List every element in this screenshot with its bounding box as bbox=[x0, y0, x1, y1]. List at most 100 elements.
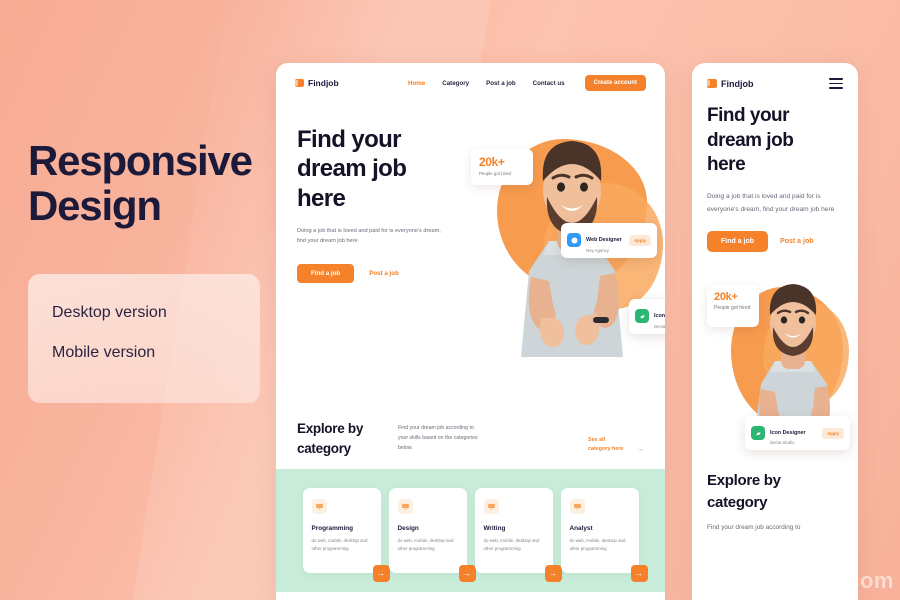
brand-logo-icon bbox=[707, 79, 717, 88]
hamburger-bar bbox=[829, 82, 843, 85]
nav-link-category[interactable]: Category bbox=[442, 80, 469, 87]
find-a-job-button[interactable]: Find a job bbox=[707, 231, 769, 253]
stat-value: 20k+ bbox=[714, 291, 738, 304]
stat-card-hired: 20k+ People got hired bbox=[707, 285, 759, 328]
stat-label: People got hired bbox=[714, 305, 751, 312]
category-text: do web, mobile, desktop and other progra… bbox=[569, 538, 626, 552]
see-all-line-1: See all bbox=[588, 436, 606, 443]
explore-title-line-1: Explore by bbox=[297, 421, 364, 436]
hamburger-menu-icon[interactable] bbox=[829, 78, 843, 89]
mobile-hero-section: Find your dream job here Doing a job tha… bbox=[692, 104, 858, 452]
arrow-right-icon: → bbox=[637, 446, 644, 454]
hamburger-bar bbox=[829, 86, 843, 89]
brand-name: Findjob bbox=[308, 78, 339, 88]
see-all-line-2: category here bbox=[588, 445, 624, 452]
mobile-navbar: Findjob bbox=[692, 63, 858, 104]
monitor-icon bbox=[569, 499, 585, 515]
create-account-button[interactable]: Create account bbox=[584, 75, 646, 91]
desktop-hero-illustration: 20k+ People got hired Web Designer Ney A… bbox=[469, 111, 665, 357]
page-title: Responsive Design bbox=[28, 138, 260, 229]
explore-title-line-2: category bbox=[297, 440, 351, 456]
apply-button[interactable]: Apply bbox=[822, 427, 844, 439]
category-card-programming[interactable]: Programming do web, mobile, desktop and … bbox=[302, 488, 390, 583]
post-a-job-link[interactable]: Post a job bbox=[780, 238, 813, 245]
job-title: Icon Designer bbox=[654, 313, 665, 319]
post-a-job-link[interactable]: Post a job bbox=[369, 270, 399, 277]
mobile-hero-title-line-3: here bbox=[707, 154, 746, 176]
see-all-label: See all category here bbox=[588, 436, 632, 454]
desktop-hero-title-line-1: Find your bbox=[297, 126, 402, 153]
brand-name: Findjob bbox=[721, 78, 754, 89]
desktop-footer-space bbox=[276, 592, 665, 600]
category-title: Analyst bbox=[569, 525, 593, 533]
category-title: Writing bbox=[483, 525, 506, 533]
stat-value: 20k+ bbox=[479, 155, 505, 169]
stat-card-hired: 20k+ People got hired bbox=[471, 149, 533, 185]
desktop-mockup: Findjob Home Category Post a job Contact… bbox=[276, 63, 665, 600]
brand-logo[interactable]: Findjob bbox=[295, 78, 339, 88]
explore-description: Find your dream job according to your sk… bbox=[398, 425, 478, 452]
mobile-hero-title-line-2: dream job bbox=[707, 129, 794, 151]
mobile-hero-title: Find your dream job here bbox=[707, 104, 843, 178]
desktop-hero-title-line-3: here bbox=[297, 184, 346, 212]
web-designer-icon bbox=[567, 233, 581, 248]
desktop-hero-title: Find your dream job here bbox=[297, 125, 472, 213]
nav-link-contact-us[interactable]: Contact us bbox=[533, 80, 565, 87]
icon-designer-icon bbox=[635, 309, 649, 324]
hamburger-bar bbox=[829, 78, 843, 81]
desktop-hero-section: Find your dream job here Doing a job tha… bbox=[276, 103, 665, 413]
page-title-line-2: Design bbox=[28, 182, 162, 230]
desktop-explore-header: Explore by category Find your dream job … bbox=[276, 413, 665, 458]
page-title-line-1: Responsive bbox=[28, 137, 253, 184]
nav-link-post-a-job[interactable]: Post a job bbox=[486, 80, 516, 87]
category-card-writing[interactable]: Writing do web, mobile, desktop and othe… bbox=[474, 488, 562, 583]
explore-title: Explore by category bbox=[297, 419, 387, 458]
job-card-icon-designer[interactable]: Icon Designer Denia Studio Apply bbox=[745, 415, 850, 451]
category-text: do web, mobile, desktop and other progra… bbox=[483, 538, 540, 552]
category-arrow-button[interactable]: → bbox=[458, 565, 476, 583]
mobile-hero-subtitle: Doing a job that is loved and paid for i… bbox=[707, 193, 835, 214]
see-all-category-link[interactable]: See all category here → bbox=[588, 419, 644, 458]
monitor-icon bbox=[311, 499, 327, 515]
monitor-icon bbox=[483, 499, 499, 515]
job-company: Denia Studio bbox=[770, 440, 795, 446]
watermark: .com bbox=[840, 568, 894, 593]
category-arrow-button[interactable]: → bbox=[544, 565, 562, 583]
explore-title-line-2: category bbox=[707, 493, 768, 511]
explore-title: Explore by category bbox=[707, 470, 843, 513]
category-cards-section: Programming do web, mobile, desktop and … bbox=[276, 469, 665, 593]
desktop-hero-subtitle: Doing a job that is loved and paid for i… bbox=[297, 227, 441, 245]
version-options-card: Desktop version Mobile version bbox=[28, 273, 260, 403]
desktop-hero-title-line-2: dream job bbox=[297, 155, 407, 183]
mobile-explore-section: Explore by category Find your dream job … bbox=[692, 452, 858, 534]
explore-description: Find your dream job according to bbox=[707, 524, 801, 532]
desktop-nav-links: Home Category Post a job Contact us Crea… bbox=[408, 75, 646, 91]
mobile-hero-illustration: 20k+ People got hired Icon Designer Deni… bbox=[707, 267, 850, 452]
option-mobile-version[interactable]: Mobile version bbox=[52, 344, 260, 362]
category-arrow-button[interactable]: → bbox=[372, 565, 390, 583]
category-card-design[interactable]: Design do web, mobile, desktop and other… bbox=[388, 488, 476, 583]
job-card-web-designer[interactable]: Web Designer Ney Agency Apply bbox=[561, 223, 657, 258]
apply-button[interactable]: Apply bbox=[629, 234, 651, 246]
nav-link-home[interactable]: Home bbox=[408, 80, 425, 87]
job-title: Icon Designer bbox=[770, 429, 806, 436]
icon-designer-icon bbox=[751, 426, 765, 441]
option-desktop-version[interactable]: Desktop version bbox=[52, 304, 260, 322]
job-card-icon-designer[interactable]: Icon Designer Denia Studio Apply bbox=[629, 299, 665, 334]
explore-title-line-1: Explore by bbox=[707, 472, 781, 490]
category-card-analyst[interactable]: Analyst do web, mobile, desktop and othe… bbox=[560, 488, 648, 583]
stat-label: People got hired bbox=[479, 171, 511, 176]
category-title: Design bbox=[397, 525, 419, 533]
brand-logo-icon bbox=[295, 79, 304, 87]
category-arrow-button[interactable]: → bbox=[630, 565, 648, 583]
category-text: do web, mobile, desktop and other progra… bbox=[397, 538, 454, 552]
left-panel: Responsive Design Desktop version Mobile… bbox=[28, 138, 260, 403]
desktop-navbar: Findjob Home Category Post a job Contact… bbox=[276, 63, 665, 103]
mobile-hero-title-line-1: Find your bbox=[707, 105, 790, 126]
job-company: Denia Studio bbox=[654, 323, 665, 329]
category-text: do web, mobile, desktop and other progra… bbox=[311, 538, 368, 552]
job-title: Web Designer bbox=[586, 237, 622, 243]
brand-logo[interactable]: Findjob bbox=[707, 79, 754, 89]
mobile-hero-actions: Find a job Post a job bbox=[707, 231, 843, 253]
find-a-job-button[interactable]: Find a job bbox=[297, 264, 355, 284]
